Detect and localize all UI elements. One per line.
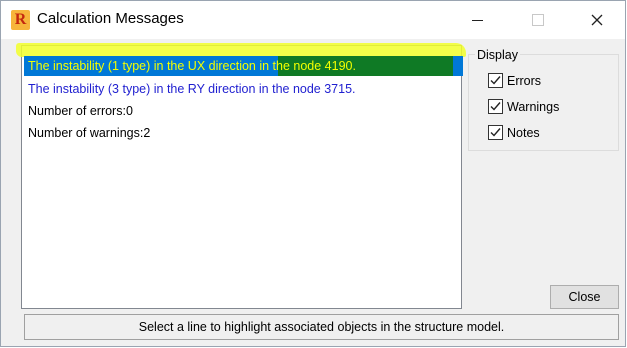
close-icon	[591, 14, 603, 26]
checkmark-icon	[488, 99, 503, 114]
errors-checkbox[interactable]: Errors	[488, 73, 541, 91]
warnings-checkbox[interactable]: Warnings	[488, 99, 559, 117]
notes-checkbox-label: Notes	[507, 126, 540, 140]
notes-checkbox[interactable]: Notes	[488, 125, 540, 143]
errors-checkbox-label: Errors	[507, 74, 542, 88]
minimize-button[interactable]	[455, 7, 499, 33]
title-bar[interactable]: R Calculation Messages	[1, 1, 625, 39]
calculation-messages-window: R Calculation Messages The instability (…	[0, 0, 626, 347]
display-group-label: Display	[475, 48, 520, 62]
warnings-checkbox-label: Warnings	[507, 100, 560, 114]
app-logo-icon: R	[11, 10, 30, 30]
close-window-button[interactable]	[575, 7, 619, 33]
yellow-highlighter-mark	[16, 43, 466, 57]
checkmark-icon	[488, 125, 503, 140]
message-row[interactable]: The instability (3 type) in the RY direc…	[24, 79, 356, 99]
checkmark-icon	[488, 73, 503, 88]
maximize-button	[515, 7, 559, 33]
message-row[interactable]: Number of warnings:2	[24, 123, 150, 143]
close-button[interactable]: Close	[550, 285, 619, 309]
message-row-selected[interactable]: The instability (1 type) in the UX direc…	[24, 56, 463, 76]
messages-list[interactable]: The instability (1 type) in the UX direc…	[16, 43, 466, 309]
status-bar: Select a line to highlight associated ob…	[24, 314, 619, 340]
minimize-icon	[472, 20, 483, 21]
maximize-icon	[532, 14, 544, 26]
message-row[interactable]: Number of errors:0	[24, 101, 133, 121]
window-title: Calculation Messages	[37, 10, 184, 27]
message-text: The instability (1 type) in the UX direc…	[28, 59, 356, 73]
